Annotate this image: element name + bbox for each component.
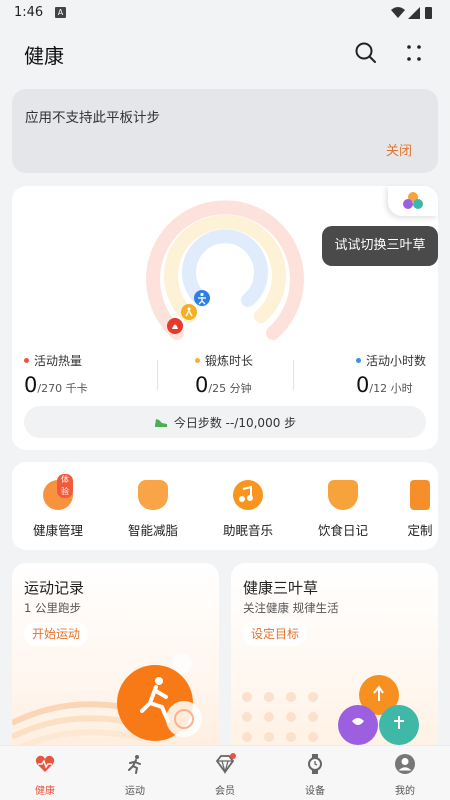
quick-tools-card: 体验 健康管理 智能减脂 助眠音乐 饮食日记 定制 <box>12 462 438 550</box>
running-icon <box>128 755 141 774</box>
steps-text: 今日步数 --/10,000 步 <box>173 415 297 430</box>
tab-label: 健康 <box>35 786 55 797</box>
tablet-notice-banner: 应用不支持此平板计步 关闭 <box>12 89 438 173</box>
bottom-tab-bar: 健康 运动 会员 设备 我的 <box>0 745 450 800</box>
trefoil-tooltip: 试试切换三叶草 <box>322 226 438 266</box>
tab-label: 会员 <box>215 786 235 797</box>
status-icons <box>391 7 432 19</box>
tool-health-management[interactable]: 体验 健康管理 <box>18 474 98 539</box>
stat-calories: 活动热量 0/270 千卡 <box>24 352 88 397</box>
diet-diary-icon <box>328 480 358 510</box>
status-time: 1:46 <box>14 5 44 20</box>
stat-value: 0 <box>356 373 370 397</box>
battery-icon <box>425 7 432 19</box>
stat-label: 锻炼时长 <box>205 354 254 368</box>
custom-icon <box>410 480 430 510</box>
stat-value: 0 <box>24 373 38 397</box>
tab-label: 运动 <box>125 786 145 797</box>
today-steps-pill[interactable]: 今日步数 --/10,000 步 <box>24 406 426 438</box>
card-title: 运动记录 <box>24 579 85 597</box>
tab-devices[interactable]: 设备 <box>270 746 360 800</box>
trefoil-switch-button[interactable] <box>388 186 438 216</box>
stat-unit: /270 千卡 <box>37 382 88 395</box>
exercise-dot <box>195 358 200 363</box>
stat-exercise: 锻炼时长 0/25 分钟 <box>195 352 253 397</box>
tool-label: 助眠音乐 <box>222 523 273 538</box>
start-exercise-button[interactable]: 开始运动 <box>24 622 89 646</box>
notification-dot <box>230 753 236 759</box>
stat-label: 活动热量 <box>34 354 83 368</box>
tool-label: 定制 <box>407 523 433 538</box>
stat-value: 0 <box>195 373 209 397</box>
sleep-music-icon <box>233 480 263 510</box>
shoe-icon <box>154 419 167 427</box>
tool-label: 饮食日记 <box>317 523 368 538</box>
tool-diet-diary[interactable]: 饮食日记 <box>303 480 383 539</box>
stat-unit: /25 分钟 <box>208 382 252 395</box>
profile-icon <box>395 754 415 774</box>
tool-fat-loss[interactable]: 智能减脂 <box>113 480 193 539</box>
notice-message: 应用不支持此平板计步 <box>25 110 160 126</box>
activity-rings[interactable] <box>142 196 308 346</box>
exercise-record-card[interactable]: 运动记录 1 公里跑步 开始运动 <box>12 563 219 763</box>
fat-loss-icon <box>138 480 168 510</box>
wifi-icon <box>391 7 405 18</box>
card-subtitle: 关注健康 规律生活 <box>243 601 339 615</box>
tab-membership[interactable]: 会员 <box>180 746 270 800</box>
watch-icon <box>308 754 322 774</box>
tool-label: 健康管理 <box>32 523 83 538</box>
tab-me[interactable]: 我的 <box>360 746 450 800</box>
search-icon[interactable] <box>351 38 381 68</box>
health-management-icon: 体验 <box>43 474 73 510</box>
signal-icon <box>408 7 420 19</box>
stat-unit: /12 小时 <box>369 382 413 395</box>
set-goal-button[interactable]: 设定目标 <box>243 622 308 646</box>
tab-health[interactable]: 健康 <box>0 746 90 800</box>
a-notification-icon: A <box>55 7 66 18</box>
diamond-icon <box>215 753 236 775</box>
trial-badge: 体验 <box>57 474 73 498</box>
page-title: 健康 <box>24 44 64 68</box>
card-title: 健康三叶草 <box>243 579 319 597</box>
trefoil-icon <box>403 192 423 209</box>
status-bar: 1:46 A <box>0 0 450 26</box>
divider <box>157 360 158 390</box>
card-subtitle: 1 公里跑步 <box>24 601 81 615</box>
tool-label: 智能减脂 <box>127 523 178 538</box>
calories-dot <box>24 358 29 363</box>
tab-exercise[interactable]: 运动 <box>90 746 180 800</box>
health-heart-icon <box>35 755 55 772</box>
stat-active-hours: 活动小时数 0/12 小时 <box>356 352 426 397</box>
more-icon[interactable] <box>399 38 429 68</box>
tab-label: 我的 <box>395 786 415 797</box>
tool-sleep-music[interactable]: 助眠音乐 <box>208 480 288 539</box>
notice-close-button[interactable]: 关闭 <box>386 140 412 159</box>
active-hours-dot <box>356 358 361 363</box>
tab-label: 设备 <box>305 786 325 797</box>
tool-custom[interactable]: 定制 <box>390 480 438 539</box>
stat-label: 活动小时数 <box>366 354 427 368</box>
divider <box>293 360 294 390</box>
health-trefoil-card[interactable]: 健康三叶草 关注健康 规律生活 设定目标 <box>231 563 438 763</box>
